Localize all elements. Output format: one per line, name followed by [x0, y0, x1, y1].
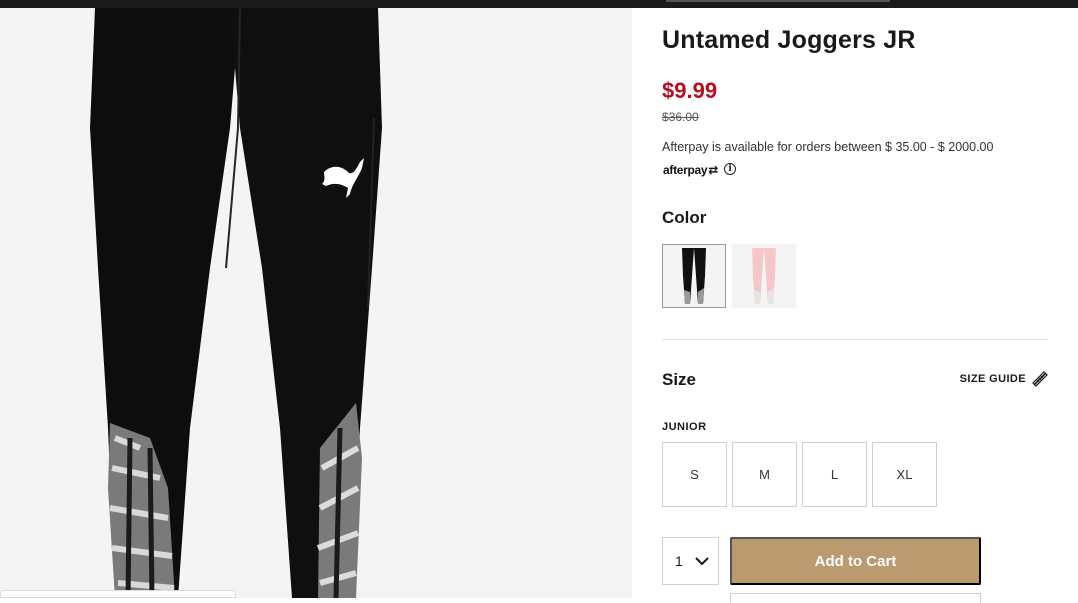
color-swatch-black[interactable]	[662, 244, 726, 308]
section-divider	[662, 339, 1048, 340]
size-label: Size	[662, 370, 697, 389]
secondary-button-edge[interactable]	[730, 593, 981, 603]
size-guide-label: SIZE GUIDE	[959, 373, 1026, 385]
top-nav-indicator	[666, 0, 890, 2]
size-option-l[interactable]: L	[802, 442, 867, 507]
info-icon[interactable]: i	[724, 163, 737, 175]
afterpay-message: Afterpay is available for orders between…	[662, 140, 994, 154]
product-details-panel: Untamed Joggers JR $9.99 $36.00 Afterpay…	[662, 8, 1052, 603]
product-image	[90, 8, 382, 598]
size-option-s[interactable]: S	[662, 442, 727, 507]
quantity-select[interactable]: 1	[662, 537, 719, 585]
afterpay-loop-icon: ⇄	[708, 162, 719, 177]
size-group-label: JUNIOR	[662, 421, 707, 433]
chevron-down-icon	[695, 557, 709, 566]
thumbnail-strip[interactable]	[0, 590, 236, 598]
product-title: Untamed Joggers JR	[662, 26, 916, 54]
product-image-gallery[interactable]	[0, 8, 632, 598]
swatch-thumbnail-black	[682, 248, 706, 304]
ruler-icon	[1032, 371, 1048, 387]
size-option-m[interactable]: M	[732, 442, 797, 507]
afterpay-logo: afterpay⇄	[663, 162, 719, 177]
top-nav-bar	[0, 0, 1078, 8]
original-price: $36.00	[662, 110, 699, 124]
color-swatch-pink[interactable]	[732, 244, 796, 308]
swatch-thumbnail-pink	[752, 248, 776, 304]
color-label: Color	[662, 208, 707, 227]
quantity-value: 1	[675, 553, 683, 569]
afterpay-row: afterpay⇄ i	[662, 160, 737, 178]
size-guide-link[interactable]: SIZE GUIDE	[960, 370, 1048, 388]
add-to-cart-button[interactable]: Add to Cart	[730, 537, 981, 585]
size-option-xl[interactable]: XL	[872, 442, 937, 507]
sale-price: $9.99	[662, 78, 718, 103]
